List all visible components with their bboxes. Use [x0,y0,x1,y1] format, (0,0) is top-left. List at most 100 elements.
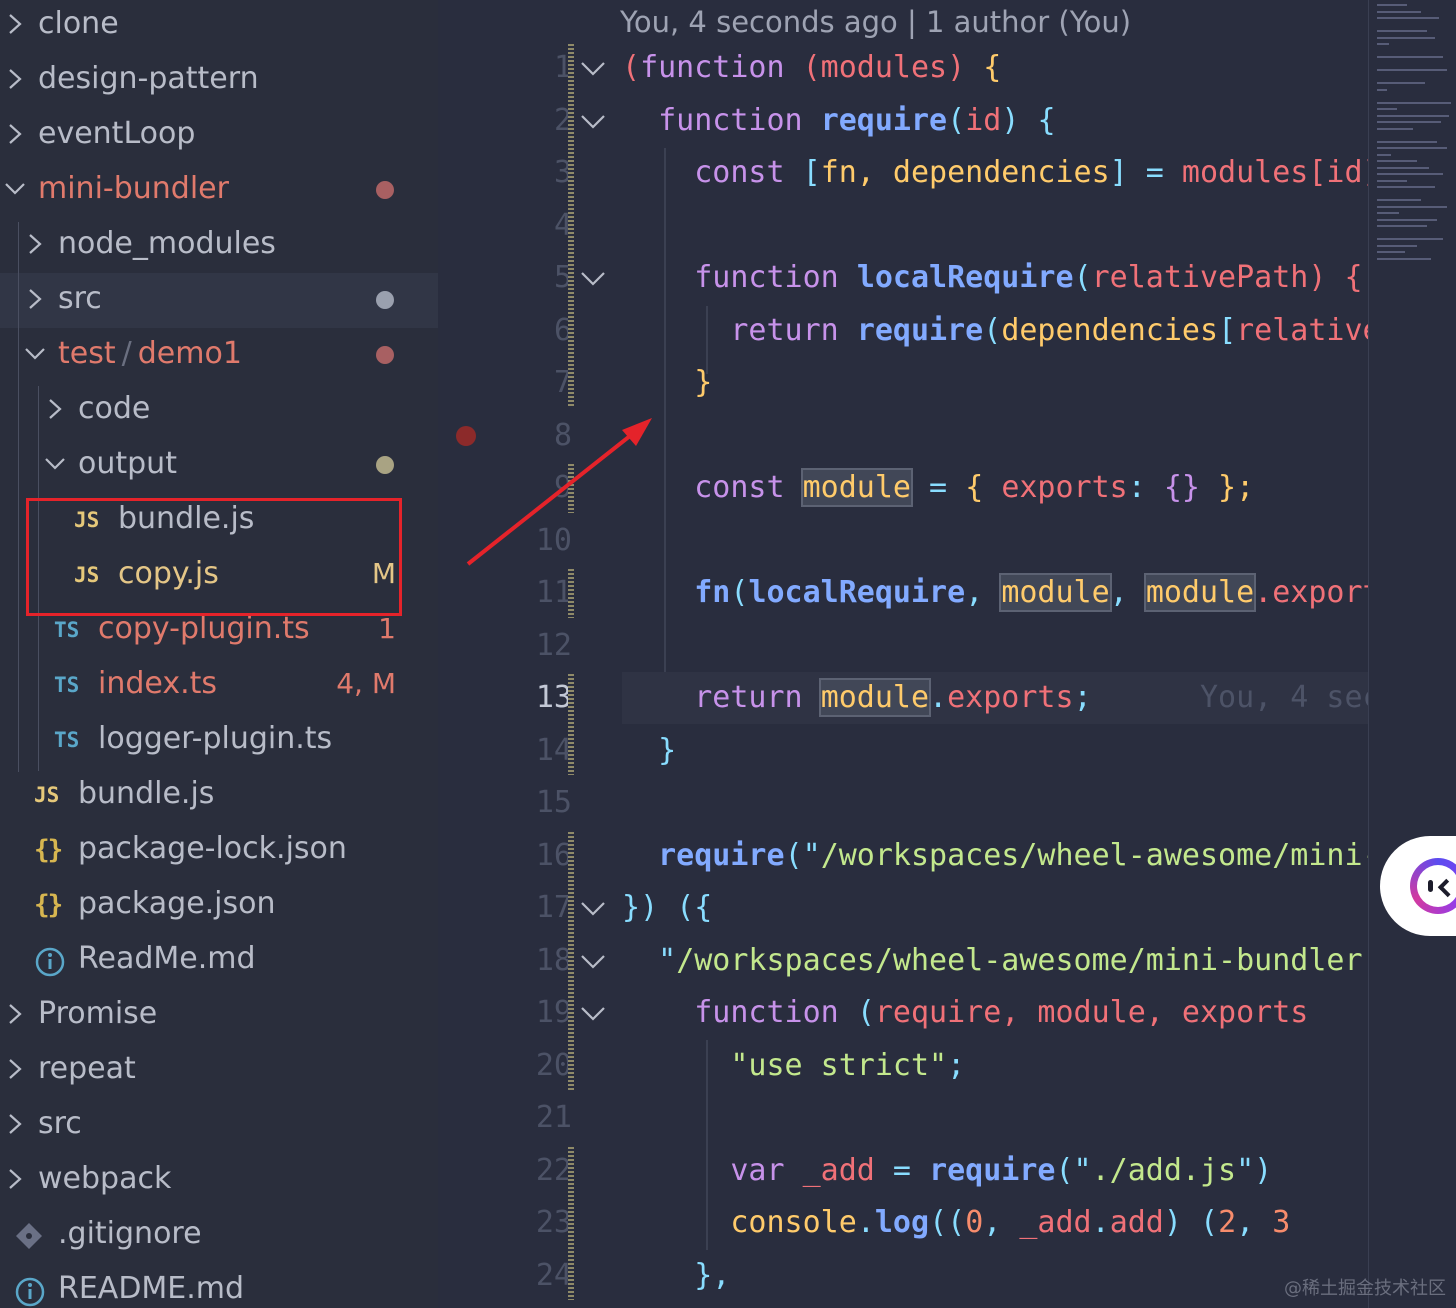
chevron-right-icon[interactable] [4,119,26,149]
tree-file-readme-md[interactable]: ReadMe.md [0,933,438,988]
code-token: module [818,678,932,717]
tree-item-label-part: test [58,336,116,371]
code-line[interactable]: return require(dependencies[relativePath [622,305,1368,357]
tree-file-package-json[interactable]: {} package.json [0,878,438,933]
code-token: ({ [676,890,713,925]
code-line[interactable]: return module.exports; You, 4 seconds ag… [622,672,1368,724]
code-editor[interactable]: You, 4 seconds ago | 1 author (You) 1234… [440,0,1456,1308]
code-line[interactable] [622,1092,1368,1144]
code-token: ( [947,102,966,138]
tree-folder-repeat[interactable]: repeat [0,1043,438,1098]
code-line[interactable]: const [fn, dependencies] = modules[id] [622,147,1368,199]
code-token: dependencies [1001,312,1219,348]
code-token: 3 [1272,1205,1291,1240]
code-line[interactable]: "use strict"; [622,1040,1368,1092]
chevron-right-icon[interactable] [4,1164,26,1194]
tree-folder-mini-bundler[interactable]: mini-bundler [0,163,438,218]
code-line[interactable]: fn(localRequire, module, module.exports [622,567,1368,619]
tree-folder-eventloop[interactable]: eventLoop [0,108,438,163]
line-number: 15 [535,785,572,820]
tree-item-label: repeat [38,1051,136,1086]
tree-folder-src[interactable]: src [0,1098,438,1153]
watermark: @稀土掘金技术社区 [1284,1278,1446,1299]
minimap-line [1377,69,1447,71]
chevron-right-icon[interactable] [4,9,26,39]
code-line[interactable]: (function (modules) { [622,42,1368,94]
code-line[interactable]: } [622,725,1368,777]
code-line[interactable]: var _add = require("./add.js") [622,1145,1368,1197]
tree-file-readme-md[interactable]: README.md [0,1263,438,1308]
code-line[interactable]: console.log((0, _add.add) (2, 3 [622,1197,1368,1249]
tree-folder-node-modules[interactable]: node_modules [0,218,438,273]
code-line[interactable]: } [622,357,1368,409]
tree-folder-src[interactable]: src [0,273,438,328]
ts-file-icon: TS [54,618,80,642]
fold-chevron-icon[interactable] [580,1000,606,1026]
line-number: 1 [553,50,572,85]
line-number: 12 [535,627,572,663]
tree-folder-webpack[interactable]: webpack [0,1153,438,1208]
fold-chevron-icon[interactable] [580,108,606,134]
tree-file-logger-plugin-ts[interactable]: TS logger-plugin.ts [0,713,438,768]
line-number: 10 [535,522,572,558]
minimap-line [1377,199,1421,201]
code-token: } [622,365,713,400]
code-line[interactable]: require("/workspaces/wheel-awesome/mini-… [622,830,1368,882]
code-line[interactable]: function require(id) { [622,95,1368,147]
code-token: ( [1073,260,1092,295]
code-line[interactable]: function (require, module, exports [622,987,1368,1039]
fold-chevron-icon[interactable] [580,948,606,974]
tree-file--gitignore[interactable]: .gitignore [0,1208,438,1263]
tree-folder-test[interactable]: test / demo1 [0,328,438,383]
minimap-line [1377,30,1427,32]
tree-file-bundle-js[interactable]: JS bundle.js [0,768,438,823]
code-line[interactable] [622,410,1368,462]
status-dot [376,346,394,364]
chevron-right-icon[interactable] [4,1054,26,1084]
code-line[interactable] [622,515,1368,567]
tree-item-label: node_modules [58,226,276,261]
chevron-right-icon[interactable] [24,284,46,314]
tree-item-label: src [58,281,102,316]
fold-chevron-icon[interactable] [580,55,606,81]
chevron-right-icon[interactable] [4,1109,26,1139]
fold-chevron-icon[interactable] [580,265,606,291]
tree-file-index-ts[interactable]: TS index.ts 4, M [0,658,438,713]
chevron-down-icon[interactable] [44,449,66,479]
fold-chevron-icon[interactable] [580,895,606,921]
code-token: }; [1200,470,1255,505]
tree-file-package-lock-json[interactable]: {} package-lock.json [0,823,438,878]
code-line[interactable] [622,777,1368,829]
code-line[interactable]: function localRequire(relativePath) { [622,252,1368,304]
tree-folder-output[interactable]: output [0,438,438,493]
code-token: , [983,1205,1020,1240]
chevron-down-icon[interactable] [4,174,26,204]
code-token: (" [1055,1152,1092,1188]
tree-folder-promise[interactable]: Promise [0,988,438,1043]
tree-item-label: Promise [38,996,158,1031]
tree-item-label: logger-plugin.ts [98,721,333,756]
minimap[interactable] [1368,0,1456,1308]
code-line[interactable]: }) ({ [622,882,1368,934]
chevron-right-icon[interactable] [24,229,46,259]
info-file-icon [14,1273,54,1307]
tree-folder-design-pattern[interactable]: design-pattern [0,53,438,108]
code-line[interactable] [622,200,1368,252]
tree-folder-clone[interactable]: clone [0,0,438,53]
chevron-right-icon[interactable] [4,64,26,94]
chevron-right-icon[interactable] [4,999,26,1029]
code-token: . [929,680,948,715]
ts-file-icon: TS [54,673,80,697]
tree-folder-code[interactable]: code [0,383,438,438]
code-line[interactable]: }, [622,1250,1368,1302]
git-change-marker [568,44,574,408]
chevron-down-icon[interactable] [24,339,46,369]
minimap-line [1377,108,1397,110]
code-line[interactable] [622,620,1368,672]
code-token: /workspaces/wheel-awesome/mini-bundler [820,837,1368,873]
minimap-line [1377,160,1417,162]
code-line[interactable]: const module = { exports: {} }; [622,462,1368,514]
code-line[interactable]: "/workspaces/wheel-awesome/mini-bundler [622,935,1368,987]
chevron-right-icon[interactable] [44,394,66,424]
tree-item-label: webpack [38,1161,172,1196]
